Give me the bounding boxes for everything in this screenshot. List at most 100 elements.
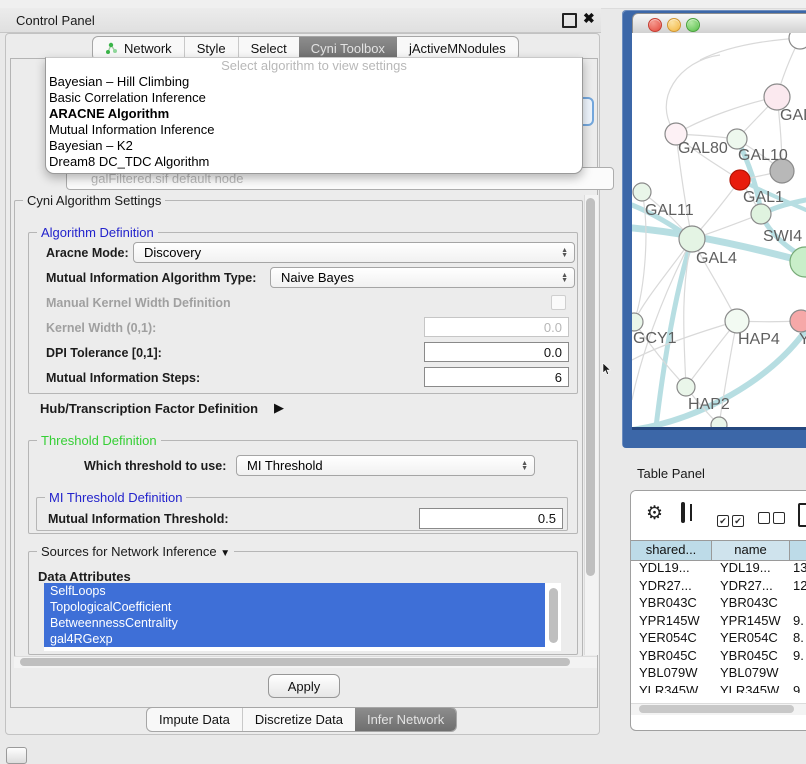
attribute-item-selected[interactable]: SelfLoops (44, 583, 545, 599)
which-threshold-label: Which threshold to use: (84, 459, 226, 473)
settings-hscrollbar-thumb[interactable] (20, 658, 570, 666)
dropdown-item[interactable]: Mutual Information Inference (46, 122, 582, 138)
dropdown-item[interactable]: Basic Correlation Inference (46, 90, 582, 106)
dropdown-item[interactable]: Bayesian – K2 (46, 138, 582, 154)
network-canvas-shadow (632, 427, 806, 430)
attribute-item-selected[interactable]: gal4RGexp (44, 631, 545, 647)
node[interactable] (789, 33, 806, 49)
column-header-name[interactable]: name (712, 541, 790, 560)
table-header-row: shared... name (631, 540, 806, 561)
combo-spinner-icon: ▲▼ (515, 461, 528, 471)
select-all-checks-icon[interactable]: ✔✔ (717, 511, 744, 529)
node-gal10[interactable] (727, 129, 747, 149)
node-label: GAL4 (696, 250, 737, 267)
kernel-width-field: 0.0 (424, 317, 569, 337)
mi-type-combo[interactable]: Naive Bayes ▲▼ (270, 267, 575, 288)
node-label: GAL1 (743, 189, 784, 206)
node-label: GAL (780, 107, 806, 124)
column-header-shared-name[interactable]: shared... (631, 541, 712, 560)
attribute-item-selected[interactable]: BetweennessCentrality (44, 615, 545, 631)
expand-arrow-icon[interactable]: ▶ (274, 400, 284, 416)
mi-steps-field[interactable]: 6 (424, 367, 569, 387)
table-row[interactable]: YBR043CYBR043C (631, 594, 806, 612)
table-row[interactable]: YBR045CYBR045C9. (631, 647, 806, 665)
algorithm-definition-title: Algorithm Definition (37, 225, 158, 240)
node-label: HAP2 (688, 396, 730, 413)
table-toolbar: ⚙ ✔✔ (631, 491, 806, 540)
sources-title: Sources for Network Inference ▼ (37, 544, 234, 559)
apply-button[interactable]: Apply (268, 674, 340, 698)
settings-vscrollbar-thumb[interactable] (586, 198, 595, 576)
tab-impute-data[interactable]: Impute Data (147, 708, 242, 731)
node-label: GCY1 (633, 330, 677, 347)
mi-threshold-label: Mutual Information Threshold: (48, 512, 229, 526)
network-graph: GAL GAL80 GAL10 GAL1 GAL11 SWI4 GAL4 GCY… (632, 33, 806, 427)
which-threshold-combo[interactable]: MI Threshold ▲▼ (236, 455, 535, 476)
node-gal4[interactable] (679, 226, 705, 252)
node-gal11[interactable] (633, 183, 651, 201)
table-row[interactable]: YPR145WYPR145W9. (631, 612, 806, 630)
dropdown-placeholder: Select algorithm to view settings (46, 58, 582, 74)
dropdown-item[interactable]: Dream8 DC_TDC Algorithm (46, 154, 582, 170)
node-label: GAL11 (645, 202, 694, 219)
node-gal1-selected[interactable] (730, 170, 750, 190)
export-table-icon[interactable] (798, 503, 806, 527)
minimize-window-icon[interactable] (667, 18, 681, 32)
mi-steps-label: Mutual Information Steps: (46, 371, 200, 385)
node[interactable] (711, 417, 727, 427)
combo-spinner-icon: ▲▼ (555, 248, 568, 258)
close-panel-icon[interactable]: ✖ (583, 10, 595, 27)
list-scrollbar-thumb[interactable] (549, 588, 558, 643)
attribute-list: SelfLoops TopologicalCoefficient Between… (44, 583, 561, 651)
network-window-titlebar (632, 13, 806, 35)
tab-discretize-data[interactable]: Discretize Data (242, 708, 355, 731)
manual-kernel-checkbox[interactable] (551, 295, 566, 310)
table-hscrollbar-thumb[interactable] (639, 705, 794, 713)
gear-icon[interactable]: ⚙ (646, 502, 663, 525)
network-icon (105, 42, 118, 55)
data-attributes-label: Data Attributes (38, 569, 131, 584)
column-header-partial[interactable] (790, 541, 806, 560)
table-row[interactable]: YDR27...YDR27...12 (631, 577, 806, 595)
close-window-icon[interactable] (648, 18, 662, 32)
algorithm-dropdown-popup: Select algorithm to view settings Bayesi… (45, 57, 583, 174)
aracne-mode-combo[interactable]: Discovery ▲▼ (133, 242, 575, 263)
cyni-settings-title: Cyni Algorithm Settings (23, 193, 165, 208)
threshold-definition-title: Threshold Definition (37, 433, 161, 448)
mi-threshold-field[interactable]: 0.5 (419, 508, 563, 529)
node-y-partial[interactable] (790, 310, 806, 332)
mi-type-label: Mutual Information Algorithm Type: (46, 271, 256, 285)
tab-network-label: Network (124, 41, 172, 56)
split-columns-icon[interactable] (681, 502, 685, 523)
dpi-tolerance-field[interactable]: 0.0 (424, 342, 569, 362)
dpi-tolerance-label: DPI Tolerance [0,1]: (46, 346, 162, 360)
attribute-item-selected[interactable]: TopologicalCoefficient (44, 599, 545, 615)
dropdown-item[interactable]: Bayesian – Hill Climbing (46, 74, 582, 90)
node-label: GAL10 (738, 147, 788, 164)
table-row[interactable]: YBL079WYBL079W (631, 664, 806, 682)
combo-spinner-icon: ▲▼ (555, 273, 568, 283)
zoom-window-icon[interactable] (686, 18, 700, 32)
dropdown-item-selected[interactable]: ARACNE Algorithm (46, 106, 582, 122)
tab-infer-network[interactable]: Infer Network (355, 708, 456, 731)
float-panel-icon[interactable] (562, 13, 577, 28)
bottom-tabbar: Impute Data Discretize Data Infer Networ… (146, 707, 457, 732)
table-row[interactable]: YLR345WYLR345W9. (631, 682, 806, 694)
node-gcy1[interactable] (632, 313, 643, 331)
node-label: GAL80 (678, 140, 728, 157)
table-panel: ⚙ ✔✔ shared... name YDL19...YDL19...13 Y… (630, 490, 806, 731)
control-panel-title: Control Panel (16, 13, 95, 28)
node-swi4[interactable] (751, 204, 771, 224)
clear-all-checks-icon[interactable] (758, 511, 785, 529)
manual-kernel-label: Manual Kernel Width Definition (46, 296, 231, 310)
table-row[interactable]: YDL19...YDL19...13 (631, 559, 806, 577)
restore-panel-icon[interactable] (6, 747, 27, 764)
aracne-mode-label: Aracne Mode: (46, 246, 129, 260)
node-label: Y (799, 331, 806, 348)
node-hap4[interactable] (725, 309, 749, 333)
network-canvas[interactable]: GAL GAL80 GAL10 GAL1 GAL11 SWI4 GAL4 GCY… (632, 33, 806, 427)
table-body: YDL19...YDL19...13 YDR27...YDR27...12 YB… (631, 559, 806, 693)
table-row[interactable]: YER054CYER054C8. (631, 629, 806, 647)
node-hap2[interactable] (677, 378, 695, 396)
collapse-arrow-icon[interactable]: ▼ (220, 548, 230, 559)
